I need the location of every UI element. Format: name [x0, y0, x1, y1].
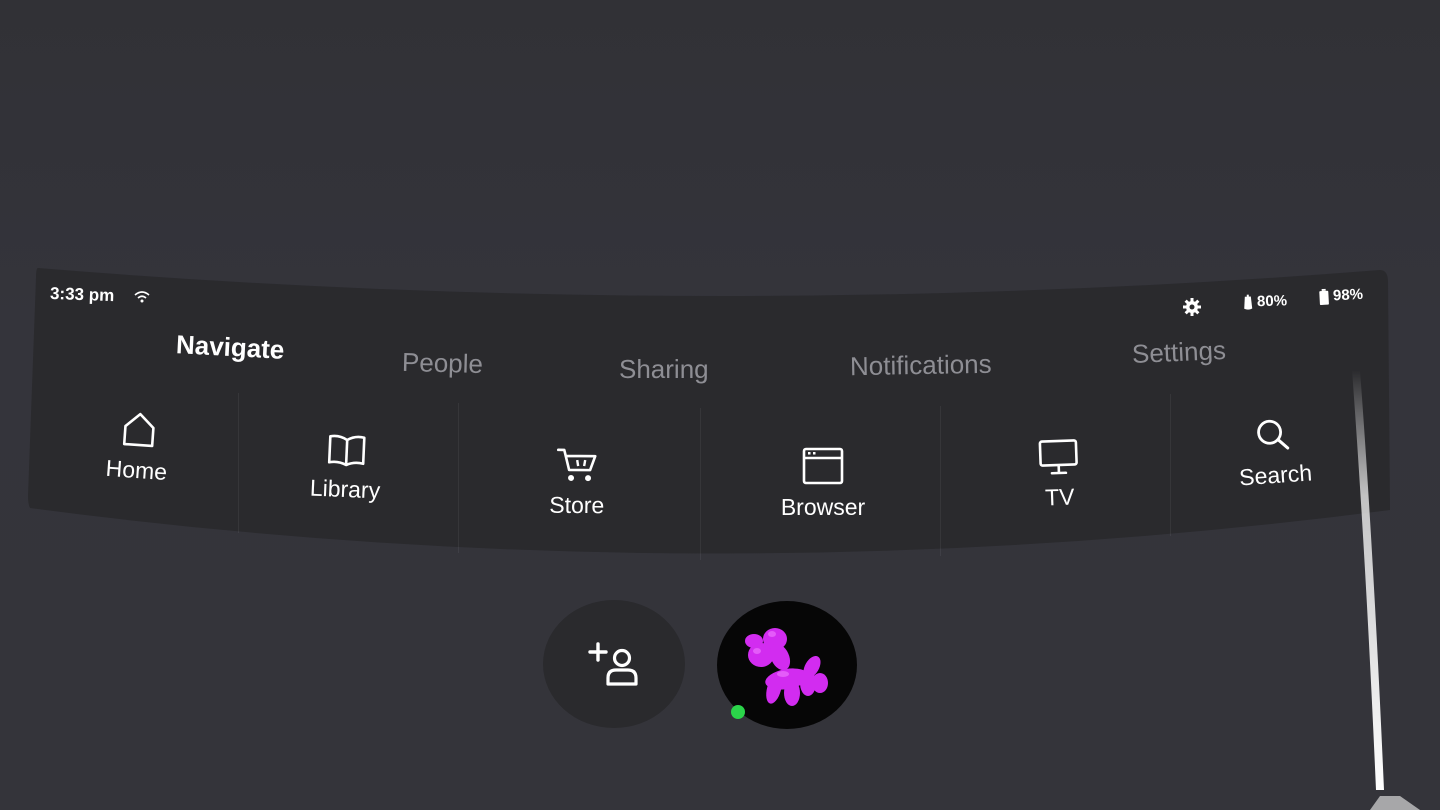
divider	[458, 403, 459, 553]
home-icon	[122, 412, 155, 448]
nav-search-button[interactable]: Search	[1202, 411, 1347, 494]
controller-icon	[1244, 294, 1253, 310]
divider	[1170, 394, 1171, 536]
online-status-dot	[731, 705, 745, 719]
nav-browser-button[interactable]: Browser	[753, 446, 893, 521]
status-time: 3:33 pm	[49, 283, 115, 306]
nav-search-label: Search	[1238, 459, 1313, 491]
controller-pointer-ray	[1352, 370, 1420, 810]
divider	[940, 406, 941, 556]
add-friend-button[interactable]	[543, 600, 685, 728]
browser-window-icon	[802, 447, 844, 485]
tab-settings[interactable]: Settings	[1131, 335, 1226, 370]
headset-battery-label: 98%	[1332, 285, 1364, 305]
divider	[700, 408, 701, 560]
tab-sharing[interactable]: Sharing	[619, 354, 709, 385]
nav-library-label: Library	[309, 474, 381, 504]
controller-battery-status: 80%	[1243, 292, 1288, 311]
nav-library-button[interactable]: Library	[275, 429, 418, 506]
tab-people[interactable]: People	[402, 347, 484, 380]
controller-battery-label: 80%	[1256, 292, 1288, 311]
nav-store-button[interactable]: Store	[507, 445, 648, 519]
vr-home-scene: 3:33 pm 80% 98% Navigate People Sharing …	[0, 0, 1440, 810]
nav-tv-label: TV	[1044, 483, 1075, 511]
divider	[238, 393, 239, 533]
add-person-icon	[588, 642, 638, 686]
search-icon	[1257, 419, 1290, 450]
monitor-icon	[1038, 439, 1078, 475]
wifi-icon	[134, 291, 150, 303]
quick-settings-gear-icon[interactable]	[1182, 297, 1202, 317]
cart-icon	[556, 448, 597, 482]
headset-battery-status: 98%	[1319, 285, 1364, 305]
book-icon	[327, 434, 366, 467]
tab-navigate[interactable]: Navigate	[175, 329, 285, 366]
battery-icon	[1319, 288, 1329, 305]
nav-browser-label: Browser	[780, 494, 866, 520]
nav-home-button[interactable]: Home	[66, 406, 211, 489]
nav-tv-button[interactable]: TV	[988, 436, 1130, 514]
user-avatar-button[interactable]	[717, 601, 857, 729]
tab-notifications[interactable]: Notifications	[850, 349, 992, 382]
universal-menu-panel: 3:33 pm 80% 98% Navigate People Sharing …	[28, 268, 1390, 573]
nav-home-label: Home	[104, 454, 168, 486]
nav-store-label: Store	[549, 491, 605, 519]
